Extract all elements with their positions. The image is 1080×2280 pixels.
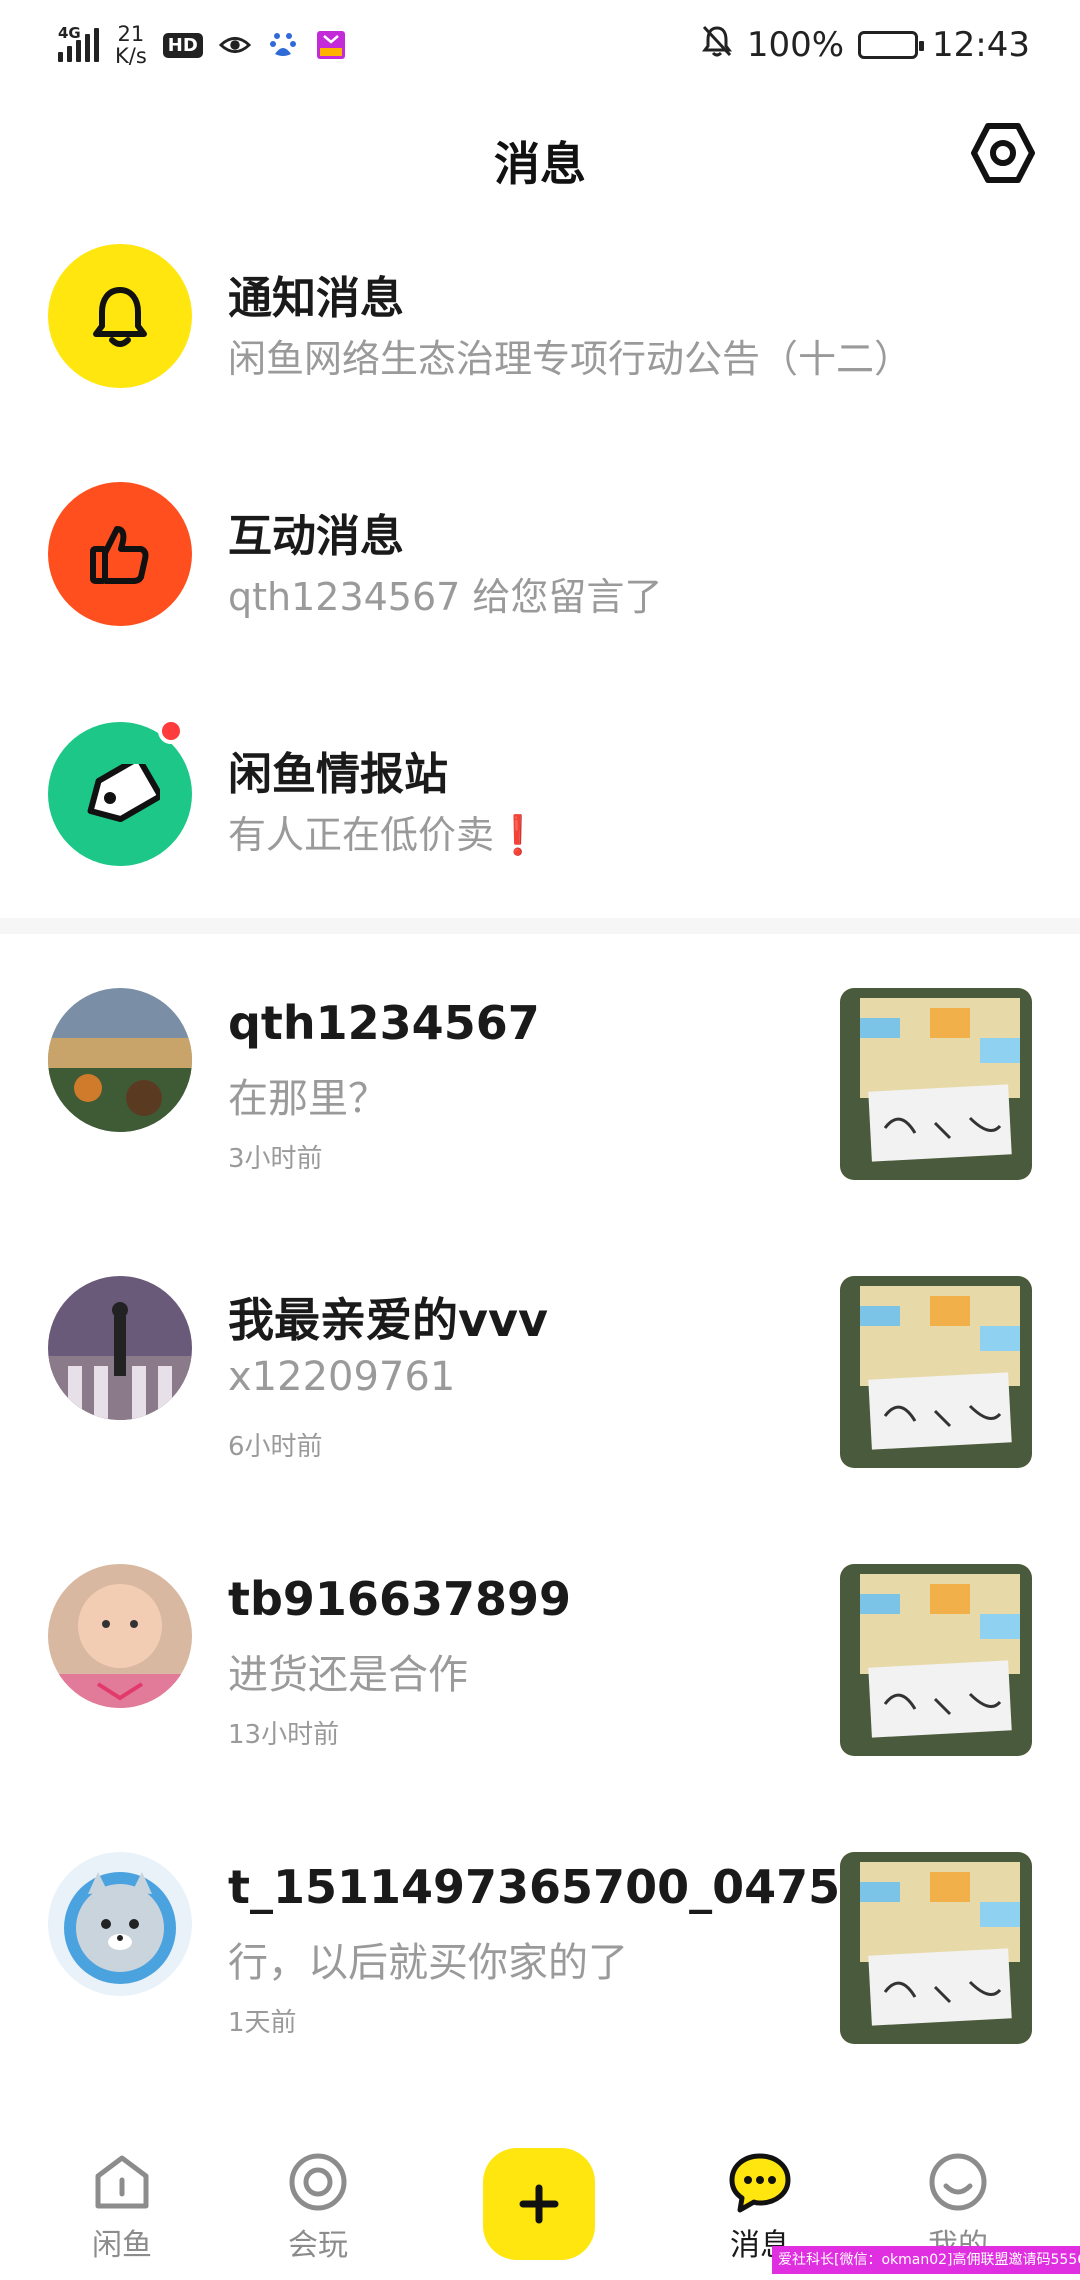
product-thumbnail xyxy=(840,1564,1032,1756)
avatar xyxy=(48,1564,192,1708)
thumbs-up-icon xyxy=(48,482,192,626)
avatar xyxy=(48,1276,192,1420)
chat-message: x12209761 xyxy=(228,1354,456,1400)
nav-tab-huiwan[interactable]: 会玩 xyxy=(248,2150,388,2264)
watermark-banner: 爱社科长[微信：okman02]高佣联盟邀请码555666 xyxy=(772,2246,1080,2274)
status-bar: 4G 21 K/s HD 100% 12:43 xyxy=(0,0,1080,90)
app-notification-icon xyxy=(315,29,347,61)
nav-label: 会玩 xyxy=(288,2228,348,2263)
interaction-messages-row[interactable]: 互动消息 qth1234567 给您留言了 xyxy=(0,478,1080,698)
battery-percent: 100% xyxy=(746,25,845,65)
chat-time: 3小时前 xyxy=(228,1144,323,1174)
notification-title: 通知消息 xyxy=(228,273,404,324)
battery-icon xyxy=(858,31,925,59)
network-type: 4G xyxy=(58,24,81,42)
chat-time: 6小时前 xyxy=(228,1432,323,1462)
avatar xyxy=(48,1852,192,1996)
network-speed: 21 K/s xyxy=(115,23,147,67)
eye-icon xyxy=(218,29,251,61)
chat-message: 行，以后就买你家的了 xyxy=(228,1940,628,1986)
status-right: 100% 12:43 xyxy=(701,22,1030,68)
chat-row[interactable]: tb916637899 进货还是合作 13小时前 xyxy=(0,1564,1080,1852)
hd-badge: HD xyxy=(162,32,203,58)
intel-station-subtitle: 有人正在低价卖❗ xyxy=(228,813,542,857)
product-thumbnail xyxy=(840,1276,1032,1468)
chat-message: 在那里？ xyxy=(228,1076,388,1122)
chat-name: 我最亲爱的vvv xyxy=(228,1293,548,1347)
product-thumbnail xyxy=(840,988,1032,1180)
settings-button[interactable] xyxy=(970,120,1036,186)
intel-station-title: 闲鱼情报站 xyxy=(228,749,448,800)
speed-value: 21 xyxy=(117,22,145,46)
chat-time: 1天前 xyxy=(228,2008,297,2038)
home-icon xyxy=(90,2150,154,2214)
nav-tab-xianyu[interactable]: 闲鱼 xyxy=(52,2150,192,2264)
settings-hex-icon xyxy=(971,123,1035,183)
chat-time: 13小时前 xyxy=(228,1720,340,1750)
plus-icon xyxy=(519,2184,559,2224)
signal-icon: 4G xyxy=(58,24,99,62)
mute-bell-icon xyxy=(701,24,733,67)
unread-dot xyxy=(158,718,184,744)
bell-icon xyxy=(48,244,192,388)
circle-icon xyxy=(286,2150,350,2214)
interaction-title: 互动消息 xyxy=(228,511,404,562)
product-thumbnail xyxy=(840,1852,1032,2044)
page-title: 消息 xyxy=(494,137,586,191)
intel-station-row[interactable]: 闲鱼情报站 有人正在低价卖❗ xyxy=(0,718,1080,938)
interaction-subtitle: qth1234567 给您留言了 xyxy=(228,575,663,619)
chat-message: 进货还是合作 xyxy=(228,1652,468,1698)
chat-row[interactable]: t_1511497365700_0475 行，以后就买你家的了 1天前 xyxy=(0,1852,1080,2140)
chat-row[interactable]: qth1234567 在那里？ 3小时前 xyxy=(0,988,1080,1276)
publish-button[interactable] xyxy=(483,2148,595,2260)
section-divider xyxy=(0,918,1080,934)
smiley-icon xyxy=(926,2150,990,2214)
baidu-icon xyxy=(267,29,299,61)
chat-row[interactable]: 我最亲爱的vvv x12209761 6小时前 xyxy=(0,1276,1080,1564)
notification-messages-row[interactable]: 通知消息 闲鱼网络生态治理专项行动公告（十二） xyxy=(0,240,1080,460)
page-header: 消息 xyxy=(0,90,1080,230)
chat-name: qth1234567 xyxy=(228,996,540,1050)
chat-name: t_1511497365700_0475 xyxy=(228,1860,841,1914)
nav-label: 闲鱼 xyxy=(92,2228,152,2263)
clock: 12:43 xyxy=(932,25,1030,65)
chat-name: tb916637899 xyxy=(228,1572,571,1626)
chat-bubble-icon xyxy=(728,2150,792,2214)
speed-unit: K/s xyxy=(115,44,147,68)
avatar xyxy=(48,988,192,1132)
notification-subtitle: 闲鱼网络生态治理专项行动公告（十二） xyxy=(228,337,913,381)
status-left: 4G 21 K/s HD xyxy=(58,22,347,68)
